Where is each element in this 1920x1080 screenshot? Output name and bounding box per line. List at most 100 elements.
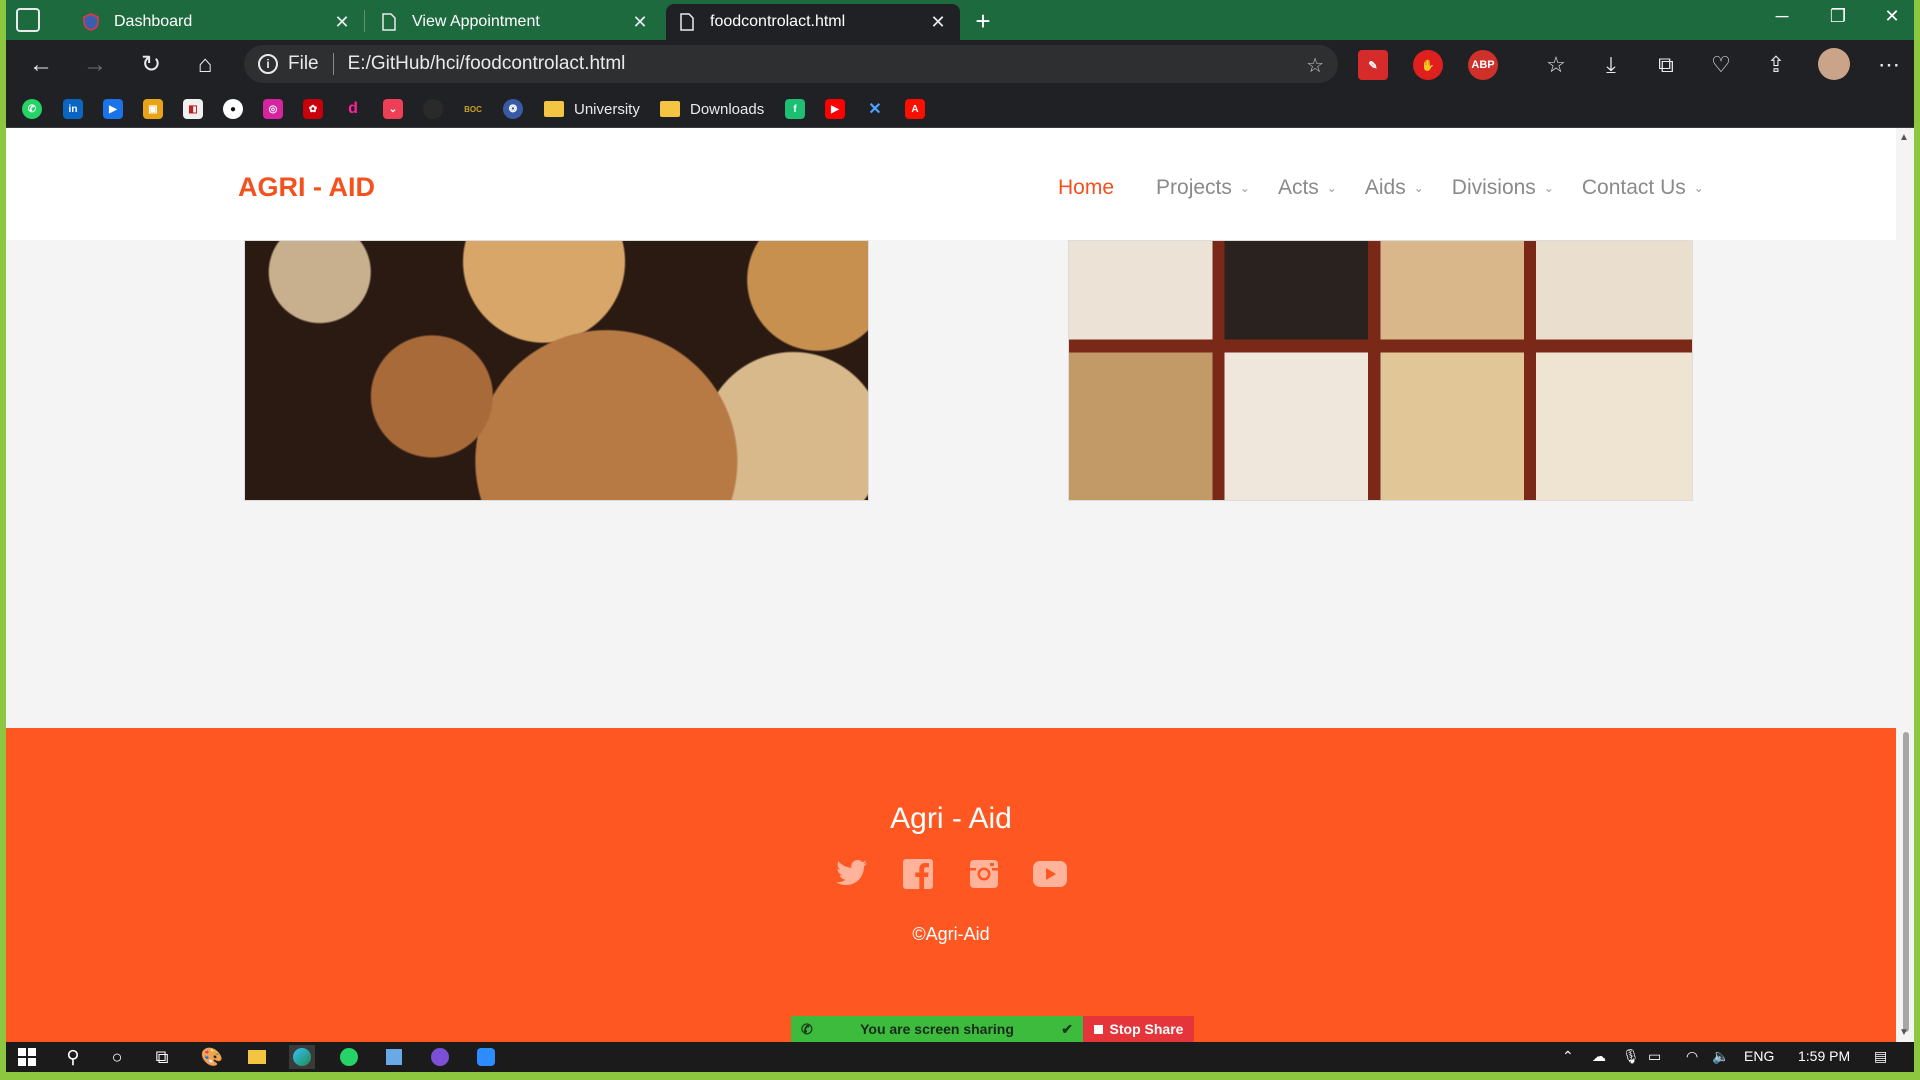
blank-favicon-icon[interactable] <box>423 98 443 120</box>
start-icon[interactable] <box>14 1045 40 1069</box>
tab-label: View Appointment <box>412 13 540 30</box>
close-icon[interactable]: ✕ <box>630 12 650 33</box>
url-text[interactable]: E:/GitHub/hci/foodcontrolact.html <box>348 53 626 75</box>
whatsapp-icon[interactable]: ✆ <box>22 98 42 120</box>
copyright-text: ©Agri-Aid <box>912 924 990 944</box>
favorites-icon[interactable]: ☆ <box>1541 50 1571 80</box>
file-explorer-icon[interactable] <box>244 1045 270 1069</box>
clock[interactable]: 1:59 PM <box>1798 1048 1850 1064</box>
chevron-down-icon: ⌄ <box>1326 181 1337 195</box>
app-cube-icon[interactable] <box>381 1045 407 1069</box>
avatar[interactable] <box>1818 48 1850 80</box>
pocket-icon[interactable]: ⌄ <box>383 98 403 120</box>
social-links <box>6 856 1896 892</box>
dict-icon[interactable]: d <box>343 98 363 120</box>
huawei-icon[interactable]: ✿ <box>303 98 323 120</box>
nav-home[interactable]: Home <box>1058 176 1114 200</box>
bookmark-folder-university[interactable]: University <box>544 98 640 120</box>
edge-icon[interactable] <box>289 1045 315 1069</box>
tab-actions-icon[interactable] <box>16 8 40 32</box>
fiverr-icon[interactable]: f <box>785 98 805 120</box>
shield-check-icon: ✔ <box>1061 1020 1073 1037</box>
nav-projects[interactable]: Projects ⌄ <box>1156 176 1250 200</box>
university-seal-icon[interactable]: ❂ <box>503 98 523 120</box>
tab-dashboard[interactable]: Dashboard ✕ <box>70 4 364 40</box>
adblock-icon[interactable]: ABP <box>1468 50 1498 80</box>
search-icon[interactable]: ⚲ <box>60 1045 86 1069</box>
screen-share-bar: ✆ You are screen sharing ✔ Stop Share <box>791 1016 1194 1042</box>
scroll-thumb[interactable] <box>1903 732 1909 1032</box>
folder-icon <box>660 101 680 117</box>
chevron-up-icon[interactable]: ⌃ <box>1562 1048 1574 1065</box>
linkedin-icon[interactable]: in <box>63 98 83 120</box>
volume-icon[interactable]: 🔈 <box>1712 1048 1729 1065</box>
close-window-icon[interactable]: ✕ <box>1872 6 1912 27</box>
adobe-icon[interactable]: A <box>905 98 925 120</box>
paint-icon[interactable]: 🎨 <box>199 1045 225 1069</box>
share-icon[interactable]: ⇪ <box>1761 50 1791 80</box>
share-status[interactable]: ✆ You are screen sharing ✔ <box>791 1016 1083 1042</box>
extension-hand-icon[interactable]: ✋ <box>1413 50 1443 80</box>
more-icon[interactable]: ⋯ <box>1874 50 1904 80</box>
scroll-up-icon[interactable]: ▲ <box>1899 132 1909 143</box>
info-icon[interactable]: i <box>258 54 278 74</box>
address-bar[interactable]: i File E:/GitHub/hci/foodcontrolact.html… <box>244 45 1338 83</box>
tab-foodcontrolact[interactable]: foodcontrolact.html ✕ <box>666 4 960 40</box>
stop-share-label: Stop Share <box>1109 1021 1184 1037</box>
page-scrollbar[interactable]: ▲ ▼ <box>1896 128 1914 1042</box>
browser-window: Dashboard ✕ View Appointment ✕ foodcontr… <box>6 0 1914 1072</box>
back-icon[interactable]: ← <box>26 50 56 80</box>
forward-icon[interactable]: → <box>80 50 110 80</box>
nav-acts[interactable]: Acts ⌄ <box>1278 176 1337 200</box>
language-indicator[interactable]: ENG <box>1744 1048 1774 1064</box>
xcode-icon[interactable]: ✕ <box>865 98 885 120</box>
facebook-icon[interactable] <box>900 856 936 892</box>
browser-essentials-icon[interactable]: ♡ <box>1706 50 1736 80</box>
onedrive-icon[interactable]: ☁ <box>1592 1048 1606 1065</box>
zoom-icon[interactable] <box>473 1045 499 1069</box>
tab-label: foodcontrolact.html <box>710 13 846 30</box>
extension-pen-icon[interactable]: ✎ <box>1358 50 1388 80</box>
refresh-icon[interactable]: ↻ <box>136 50 166 80</box>
youtube-bookmark-icon[interactable]: ▶ <box>825 98 845 120</box>
photo-icon[interactable]: ◧ <box>183 98 203 120</box>
home-icon[interactable]: ⌂ <box>190 50 220 80</box>
chevron-down-icon: ⌄ <box>1239 181 1250 195</box>
downloads-icon[interactable]: ⤓ <box>1596 50 1626 80</box>
stop-share-button[interactable]: Stop Share <box>1083 1016 1194 1042</box>
share-status-text: You are screen sharing <box>860 1021 1014 1037</box>
chevron-down-icon: ⌄ <box>1693 181 1704 195</box>
collections-icon[interactable]: ⧉ <box>1651 50 1681 80</box>
restore-icon[interactable]: ❐ <box>1818 6 1858 27</box>
battery-icon[interactable]: ▭ <box>1648 1048 1661 1065</box>
nav-aids[interactable]: Aids ⌄ <box>1365 176 1424 200</box>
play-icon[interactable]: ▶ <box>103 98 123 120</box>
new-tab-button[interactable]: + <box>968 6 998 37</box>
instagram-icon[interactable] <box>966 856 1002 892</box>
media-icon[interactable]: ▣ <box>143 98 163 120</box>
github-desktop-icon[interactable] <box>427 1045 453 1069</box>
github-icon[interactable]: ● <box>223 98 243 120</box>
wifi-icon[interactable]: ◠ <box>1686 1048 1698 1065</box>
nav-divisions[interactable]: Divisions ⌄ <box>1452 176 1554 200</box>
youtube-icon[interactable] <box>1032 856 1068 892</box>
cortana-icon[interactable]: ○ <box>104 1045 130 1069</box>
microphone-icon[interactable]: 🎙 <box>1622 1048 1640 1065</box>
minimize-icon[interactable]: ─ <box>1762 6 1802 27</box>
instagram-icon[interactable]: ◎ <box>263 98 283 120</box>
tab-view-appointment[interactable]: View Appointment ✕ <box>368 4 662 40</box>
task-view-icon[interactable]: ⧉ <box>149 1045 175 1069</box>
bookmark-folder-downloads[interactable]: Downloads <box>660 98 764 120</box>
scroll-down-icon[interactable]: ▼ <box>1899 1027 1909 1038</box>
twitter-icon[interactable] <box>834 856 870 892</box>
site-logo[interactable]: AGRI - AID <box>238 172 375 203</box>
folder-icon <box>544 101 564 117</box>
boc-icon[interactable]: BOC <box>463 98 483 120</box>
close-icon[interactable]: ✕ <box>928 12 948 33</box>
add-favorite-icon[interactable]: ☆ <box>1306 53 1324 78</box>
whatsapp-taskbar-icon[interactable] <box>336 1045 362 1069</box>
notifications-icon[interactable]: ▤ <box>1874 1048 1887 1065</box>
nav-contact-us[interactable]: Contact Us ⌄ <box>1582 176 1704 200</box>
site-footer: Agri - Aid ©Agri-Aid <box>6 728 1896 1042</box>
close-icon[interactable]: ✕ <box>332 12 352 33</box>
